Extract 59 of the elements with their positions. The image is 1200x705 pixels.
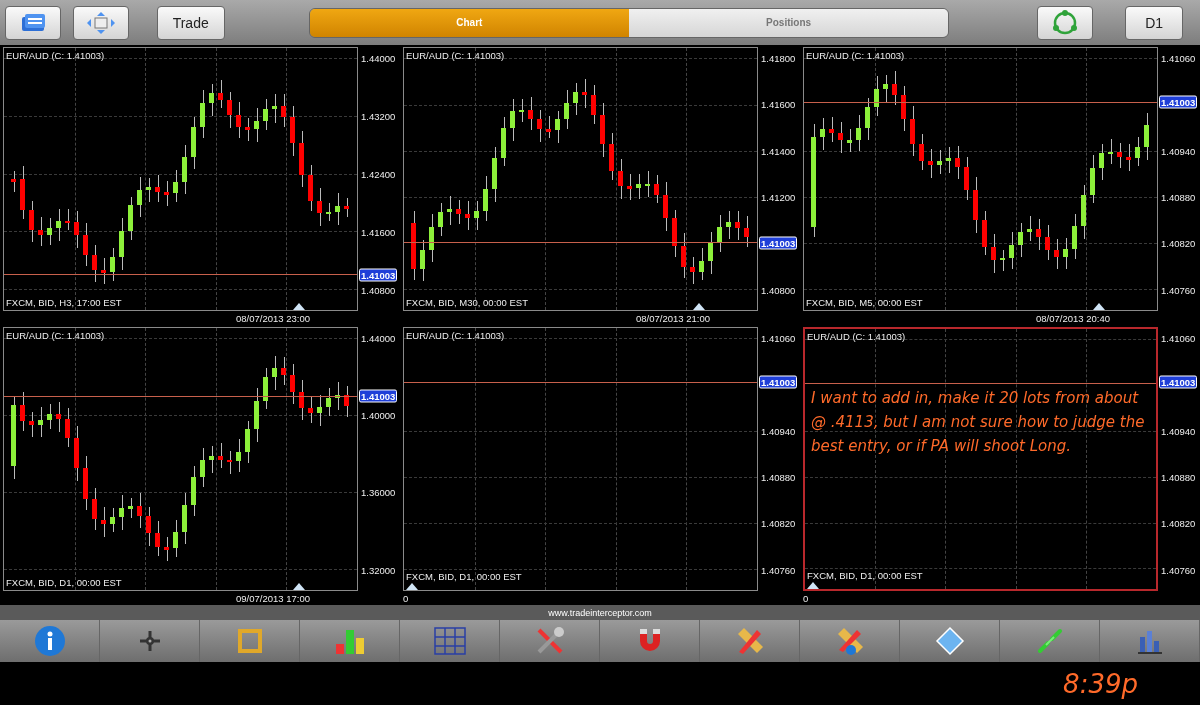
axis-label: 1.44000 (361, 332, 396, 344)
axis-label: 1.44000 (361, 52, 396, 64)
chart-info: FXCM, BID, D1, 00:00 EST (6, 577, 122, 589)
view-tab[interactable]: Positions (628, 8, 949, 37)
time-label: 0 (803, 592, 809, 604)
axis-label: 1.41800 (761, 52, 796, 64)
chart-title: EUR/AUD (C: 1.41003) (406, 330, 505, 341)
price-tag: 1.41003 (359, 389, 398, 403)
time-label: 09/07/2013 17:00 (236, 592, 310, 604)
chart-title: EUR/AUD (C: 1.41003) (406, 50, 505, 61)
axis-label: 1.40940 (1161, 425, 1196, 436)
chart-info: FXCM, BID, M30, 00:00 EST (406, 297, 528, 309)
axis-label: 1.40820 (761, 518, 796, 529)
axis-label: 1.41400 (761, 145, 796, 156)
axis-label: 1.41060 (1161, 332, 1196, 344)
chart-info: FXCM, BID, D1, 00:00 EST (406, 571, 522, 583)
price-tag: 1.41003 (359, 268, 398, 282)
website-url: www.tradeinterceptor.com (548, 607, 652, 618)
chart-title: EUR/AUD (C: 1.41003) (807, 331, 906, 342)
time-label: 08/07/2013 20:40 (1036, 312, 1110, 324)
axis-label: 1.42400 (361, 168, 396, 180)
price-tag: 1.41003 (759, 375, 798, 389)
axis-label: 1.41600 (761, 98, 796, 110)
price-tag: 1.41003 (759, 236, 798, 250)
time-label: 08/07/2013 23:00 (236, 312, 310, 324)
axis-label: 1.40820 (1161, 518, 1196, 529)
axis-label: 1.40820 (1161, 238, 1196, 249)
handwritten-note: I want to add in, make it 20 lots from about @ .4113, but I am not sure how to judge the best entry, or if PA will shoot Long. (811, 387, 1146, 457)
chart-info: FXCM, BID, H3, 17:00 EST (6, 297, 122, 309)
chart-title: EUR/AUD (C: 1.41003) (6, 330, 105, 341)
time-label: 08/07/2013 21:00 (636, 312, 710, 324)
axis-label: 1.36000 (361, 487, 396, 498)
chart-title: EUR/AUD (C: 1.41003) (6, 50, 105, 61)
axis-label: 1.41200 (761, 191, 796, 203)
price-tag: 1.41003 (1159, 95, 1198, 109)
axis-label: 1.40800 (761, 284, 796, 296)
axis-label: 1.40880 (761, 471, 796, 483)
axis-label: 1.40000 (361, 409, 396, 421)
price-tag: 1.41003 (1159, 375, 1198, 389)
chart-info: FXCM, BID, M5, 00:00 EST (806, 297, 923, 309)
axis-label: 1.40880 (1161, 471, 1196, 483)
trade-button[interactable]: Trade (156, 5, 225, 40)
axis-label: 1.40800 (361, 284, 396, 296)
handwritten-time: 8:39p (1063, 668, 1138, 699)
axis-label: 1.43200 (361, 110, 396, 122)
axis-label: 1.40940 (1161, 145, 1196, 156)
axis-label: 1.32000 (361, 564, 396, 576)
axis-label: 1.40760 (1161, 564, 1196, 576)
axis-label: 1.40760 (1161, 284, 1196, 296)
axis-label: 1.41060 (761, 332, 796, 344)
chart-title: EUR/AUD (C: 1.41003) (806, 50, 905, 61)
chart-info: FXCM, BID, D1, 00:00 EST (807, 570, 923, 582)
timeframe-button[interactable]: D1 (1125, 5, 1183, 40)
axis-label: 1.40880 (1161, 191, 1196, 203)
time-label: 0 (403, 592, 409, 604)
axis-label: 1.40940 (761, 425, 796, 436)
axis-label: 1.41600 (361, 226, 396, 238)
axis-label: 1.41060 (1161, 52, 1196, 64)
axis-label: 1.40760 (761, 564, 796, 576)
